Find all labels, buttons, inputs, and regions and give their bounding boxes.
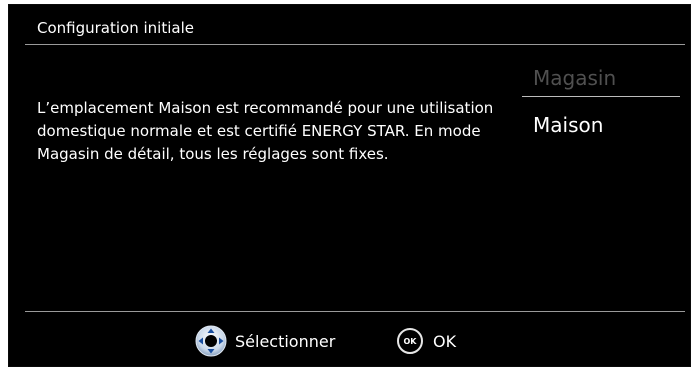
- ok-hint-label: OK: [433, 331, 457, 351]
- select-hint: Sélectionner: [195, 323, 335, 359]
- option-magasin[interactable]: Magasin: [522, 60, 680, 96]
- footer-hints: Sélectionner OK OK: [9, 323, 692, 359]
- dpad-navigation-icon: [195, 325, 227, 357]
- location-description: L’emplacement Maison est recommandé pour…: [37, 99, 494, 163]
- ok-hint: OK OK: [397, 323, 456, 359]
- footer-divider: [25, 311, 685, 312]
- select-hint-label: Sélectionner: [235, 331, 336, 351]
- header-divider: [25, 44, 685, 45]
- option-maison[interactable]: Maison: [522, 107, 680, 143]
- option-divider: [522, 96, 680, 97]
- location-options: Magasin Maison: [522, 60, 680, 143]
- ok-button-icon: OK: [397, 328, 423, 354]
- initial-setup-screen: Configuration initiale L’emplacement Mai…: [8, 4, 691, 367]
- page-title: Configuration initiale: [37, 19, 194, 37]
